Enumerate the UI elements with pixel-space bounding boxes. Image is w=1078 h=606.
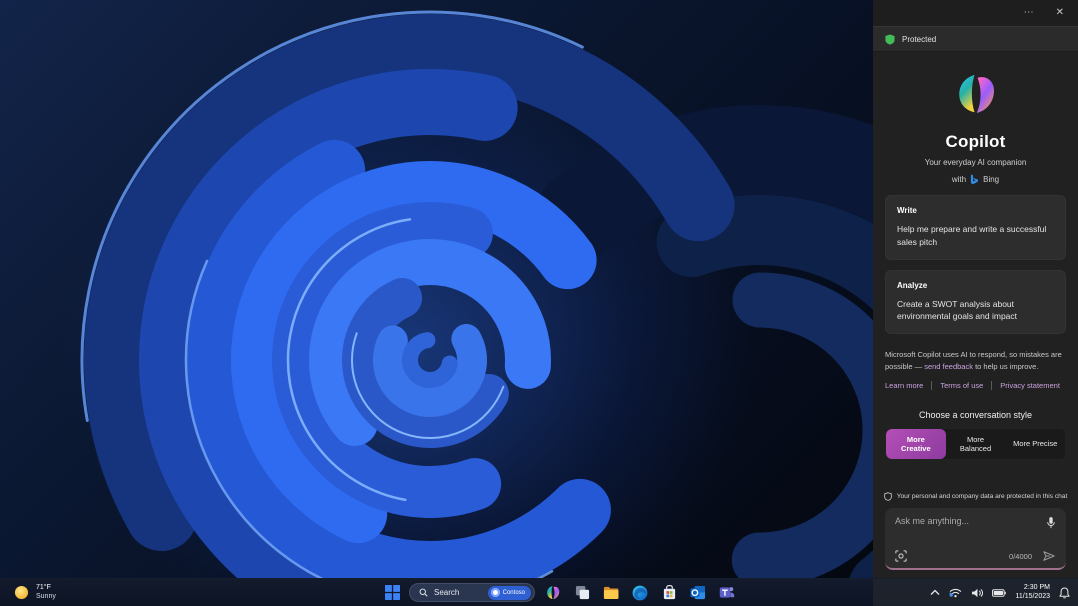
contoso-label: Contoso [502, 589, 525, 596]
sun-icon [14, 585, 29, 600]
learn-more-link[interactable]: Learn more [885, 381, 923, 390]
bing-label: Bing [983, 175, 1000, 184]
data-protection-text: Your personal and company data are prote… [896, 493, 1068, 501]
taskbar-center: Search Contoso [383, 579, 738, 606]
weather-temperature: 71°F [36, 584, 51, 592]
copilot-brand-block: Copilot Your everyday AI companion with … [885, 72, 1066, 185]
wifi-icon[interactable] [949, 588, 962, 598]
suggestion-card-text: Create a SWOT analysis about environment… [897, 298, 1018, 322]
desktop-wallpaper [0, 0, 873, 578]
system-tray: 2:30 PM 11/15/2023 [930, 579, 1070, 606]
bing-logo-icon [970, 174, 979, 185]
suggestion-card-category: Write [897, 206, 917, 215]
disclaimer-text: to help us improve. [972, 361, 1039, 371]
send-button[interactable] [1042, 550, 1056, 562]
contoso-account-badge: Contoso [487, 585, 531, 600]
task-view-icon[interactable] [571, 582, 593, 604]
protected-status-bar: Protected [873, 26, 1078, 52]
copilot-logo-icon [953, 72, 999, 123]
edge-browser-icon[interactable] [629, 582, 651, 604]
file-explorer-icon[interactable] [600, 582, 622, 604]
protected-shield-icon [885, 34, 895, 45]
protected-label: Protected [902, 34, 937, 44]
clock-date: 11/15/2023 [1015, 592, 1050, 600]
footer-links-row: Learn more Terms of use Privacy statemen… [885, 381, 1066, 391]
char-counter: 0/4000 [1009, 551, 1032, 561]
panel-body: Copilot Your everyday AI companion with … [873, 52, 1078, 578]
bloom-illustration [80, 10, 873, 578]
search-label: Search [434, 588, 460, 597]
weather-widget[interactable]: 71°F Sunny [14, 579, 56, 606]
copilot-taskbar-icon[interactable] [542, 582, 564, 604]
close-icon[interactable]: ✕ [1052, 6, 1068, 20]
with-label: with [951, 175, 967, 184]
start-button[interactable] [383, 583, 402, 602]
teams-icon[interactable] [716, 582, 738, 604]
suggestion-card-write[interactable]: Write Help me prepare and write a succes… [885, 195, 1066, 260]
search-box[interactable]: Search Contoso [409, 583, 535, 602]
copilot-tagline: Your everyday AI companion [924, 158, 1027, 167]
panel-titlebar: ⋯ ✕ [873, 0, 1078, 26]
suggestion-card-category: Analyze [897, 280, 928, 290]
send-feedback-link[interactable]: send feedback [924, 362, 973, 371]
taskbar: 71°F Sunny Search Contoso 2:30 PM 11/15/… [0, 578, 1078, 606]
style-more-precise-button[interactable]: More Precise [1005, 429, 1065, 459]
chat-composer[interactable]: 0/4000 [885, 508, 1066, 571]
link-divider [991, 381, 993, 391]
microphone-button[interactable] [1046, 516, 1056, 530]
volume-icon[interactable] [971, 588, 984, 598]
terms-of-use-link[interactable]: Terms of use [940, 381, 983, 390]
battery-icon[interactable] [992, 588, 1007, 597]
outlook-icon[interactable] [687, 582, 709, 604]
style-more-balanced-button[interactable]: More Balanced [946, 429, 1006, 459]
privacy-statement-link[interactable]: Privacy statement [1000, 381, 1060, 390]
conversation-style-title: Choose a conversation style [918, 410, 1033, 421]
search-icon [419, 588, 428, 597]
suggestion-card-text: Help me prepare and write a successful s… [897, 224, 1047, 247]
data-protection-note: Your personal and company data are prote… [883, 492, 1068, 502]
microsoft-store-icon[interactable] [658, 582, 680, 604]
tray-overflow-chevron[interactable] [930, 589, 940, 596]
shield-outline-icon [883, 492, 892, 502]
copilot-sidebar-panel: ⋯ ✕ Protected Copilot Your everyday AI c… [873, 0, 1078, 578]
more-options-button[interactable]: ⋯ [1020, 6, 1038, 20]
add-screenshot-button[interactable] [895, 550, 907, 562]
style-more-creative-button[interactable]: More Creative [886, 429, 946, 460]
contoso-logo-icon [490, 588, 500, 597]
copilot-title: Copilot [945, 132, 1006, 151]
clock-time: 2:30 PM [1023, 583, 1050, 591]
suggestion-card-analyze[interactable]: Analyze Create a SWOT analysis about env… [885, 269, 1066, 334]
conversation-style-toggle: More Creative More Balanced More Precise [885, 428, 1066, 461]
windows-desktop-screen: ⋯ ✕ Protected Copilot Your everyday AI c… [0, 0, 1078, 606]
notification-bell-icon[interactable] [1059, 586, 1070, 599]
link-divider [931, 381, 933, 391]
with-bing-row: with Bing [885, 174, 1066, 185]
weather-condition: Sunny [36, 592, 56, 600]
clock-widget[interactable]: 2:30 PM 11/15/2023 [1015, 584, 1050, 602]
chat-input[interactable] [895, 516, 1045, 527]
ai-disclaimer: Microsoft Copilot uses AI to respond, so… [885, 349, 1066, 372]
